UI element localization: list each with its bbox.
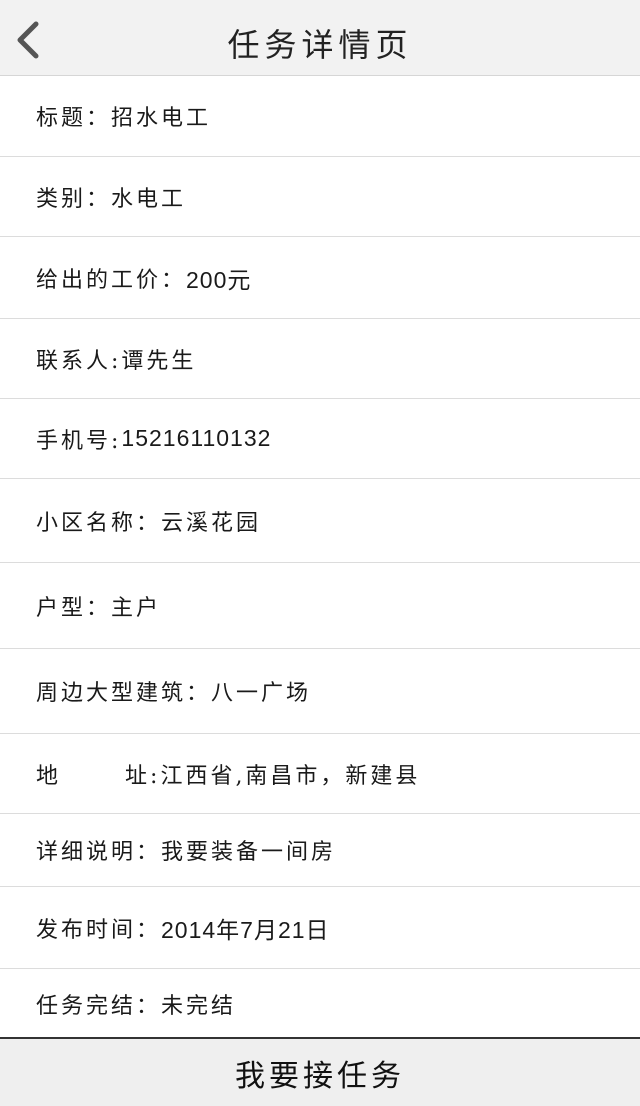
field-label: 手机号: <box>36 428 122 454</box>
field-label: 给出的工价： <box>36 267 187 293</box>
field-value: 云溪花园 <box>161 510 262 536</box>
detail-row-landmark: 周边大型建筑： 八一广场 <box>0 649 640 734</box>
field-label: 址: <box>125 763 161 789</box>
field-label: 小区名称： <box>36 510 162 536</box>
detail-row-address: 地 址: 江西省,南昌市，新建县 <box>0 734 640 814</box>
field-value: 水电工 <box>111 186 187 212</box>
page-title: 任务详情页 <box>227 26 413 64</box>
field-label: 地 <box>36 763 62 789</box>
detail-row-publish-time: 发布时间： 2014年7月21日 <box>0 887 640 969</box>
field-label: 标题： <box>36 106 112 131</box>
field-value: 招水电工 <box>111 106 212 131</box>
field-label: 类别： <box>36 186 112 212</box>
detail-row-contact: 联系人: 谭先生 <box>0 319 640 399</box>
header-bar: 任务详情页 <box>0 0 640 76</box>
detail-list: 标题： 招水电工 类别： 水电工 给出的工价： 200元 联系人: 谭先生 手机… <box>0 76 640 1039</box>
field-value: 江西省,南昌市，新建县 <box>160 763 421 789</box>
detail-row-title: 标题： 招水电工 <box>0 76 640 157</box>
detail-row-phone: 手机号: 15216110132 <box>0 399 640 479</box>
detail-row-description: 详细说明： 我要装备一间房 <box>0 814 640 887</box>
field-value: 我要装备一间房 <box>161 840 337 865</box>
field-value: 谭先生 <box>121 348 197 374</box>
field-value: 八一广场 <box>211 681 312 706</box>
field-value: 2014年7月21日 <box>161 916 330 943</box>
field-value: 主户 <box>111 595 162 621</box>
field-label: 任务完结： <box>36 994 162 1019</box>
field-label: 联系人: <box>36 348 122 374</box>
field-value: 未完结 <box>161 994 237 1019</box>
detail-row-community: 小区名称： 云溪花园 <box>0 479 640 563</box>
detail-row-house-type: 户型： 主户 <box>0 563 640 649</box>
accept-task-button[interactable]: 我要接任务 <box>0 1037 640 1106</box>
detail-row-status: 任务完结： 未完结 <box>0 969 640 1039</box>
field-value: 200元 <box>186 266 252 293</box>
field-label: 周边大型建筑： <box>36 681 212 706</box>
field-label: 发布时间： <box>36 917 162 943</box>
detail-row-category: 类别： 水电工 <box>0 157 640 237</box>
detail-row-price: 给出的工价： 200元 <box>0 237 640 319</box>
field-label: 户型： <box>36 595 112 621</box>
field-label: 详细说明： <box>36 840 162 865</box>
field-value: 15216110132 <box>121 425 272 451</box>
